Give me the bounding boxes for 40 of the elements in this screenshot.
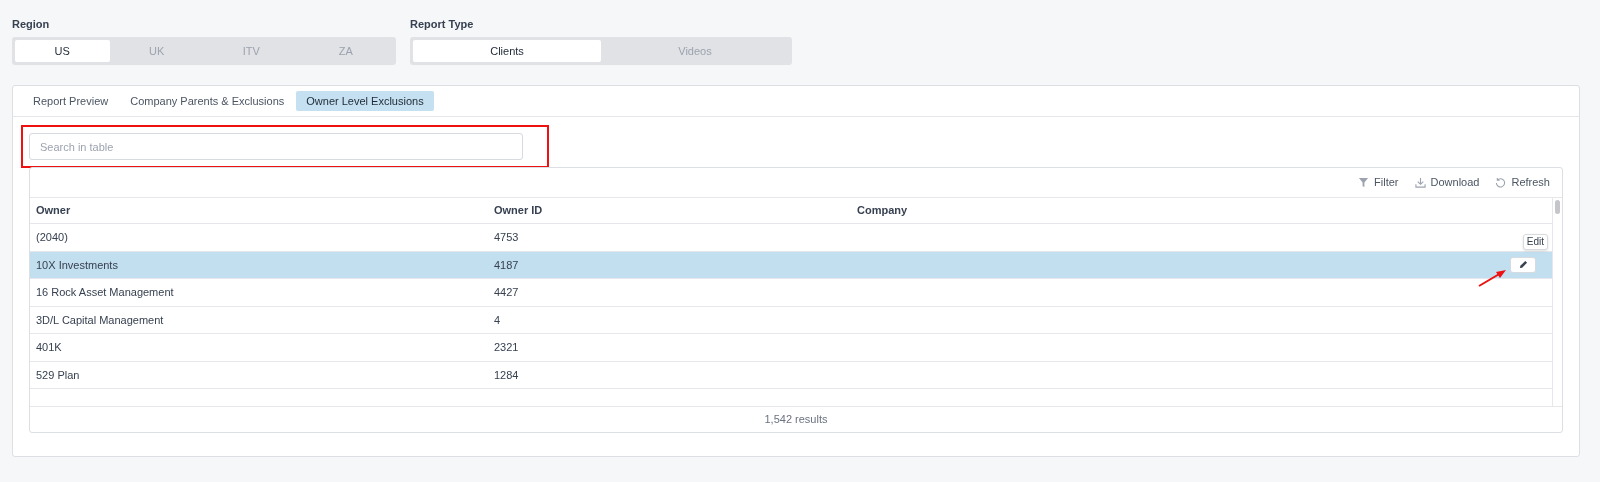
tooltip: Edit	[1522, 234, 1548, 250]
table-cell-text: 4753	[493, 230, 520, 245]
table-cell-text: 4427	[493, 285, 520, 300]
toolbar-button[interactable]: Refresh	[1495, 174, 1550, 191]
edit-button[interactable]	[1510, 256, 1536, 273]
column-header: Owner ID	[493, 203, 544, 219]
refresh-icon	[1495, 177, 1507, 188]
toolbar-button[interactable]: Filter	[1358, 174, 1399, 191]
table-row[interactable]: 16 Rock Asset Management 4427	[30, 279, 1552, 307]
table-cell-text: 16 Rock Asset Management	[35, 285, 175, 300]
table-cell-text: 2321	[493, 340, 520, 355]
pencil-icon	[1518, 260, 1528, 270]
toolbar-button[interactable]: Download	[1414, 174, 1480, 191]
segment-option[interactable]: US	[15, 40, 110, 62]
tab[interactable]: Owner Level Exclusions	[296, 91, 434, 111]
annotation-arrow	[1477, 268, 1507, 288]
filter-icon	[1358, 177, 1370, 188]
table-row[interactable]: 401K 2321	[30, 334, 1552, 362]
table-row[interactable]: 3D/L Capital Management 4	[30, 306, 1552, 334]
table-cell-text: 3D/L Capital Management	[35, 312, 165, 328]
table-cell-text: 4187	[493, 257, 520, 273]
table-row[interactable]: 10X Investments 4187	[30, 251, 1552, 279]
field-label: Report Type	[410, 17, 475, 31]
segment-option[interactable]: Clients	[413, 40, 601, 62]
tab[interactable]: Report Preview	[23, 91, 119, 111]
field-label: Region	[12, 17, 51, 31]
table-cell-text: 529 Plan	[35, 367, 81, 383]
download-icon	[1414, 177, 1426, 188]
table-row[interactable]: 529 Plan 1284	[30, 361, 1552, 389]
table-cell-text: 401K	[35, 340, 63, 355]
column-header: Owner	[35, 203, 72, 219]
search-field[interactable]: Search in table	[29, 133, 523, 160]
table-cell-text: 10X Investments	[35, 257, 119, 273]
results-count: 1,542 results	[764, 412, 828, 428]
table-cell-text: (2040)	[35, 230, 69, 245]
scrollbar-thumb[interactable]	[1555, 200, 1560, 214]
tab[interactable]: Company Parents & Exclusions	[120, 91, 295, 111]
table-cell-text: 4	[493, 312, 502, 328]
column-header: Company	[856, 203, 909, 219]
table-cell-text: 1284	[493, 367, 520, 383]
